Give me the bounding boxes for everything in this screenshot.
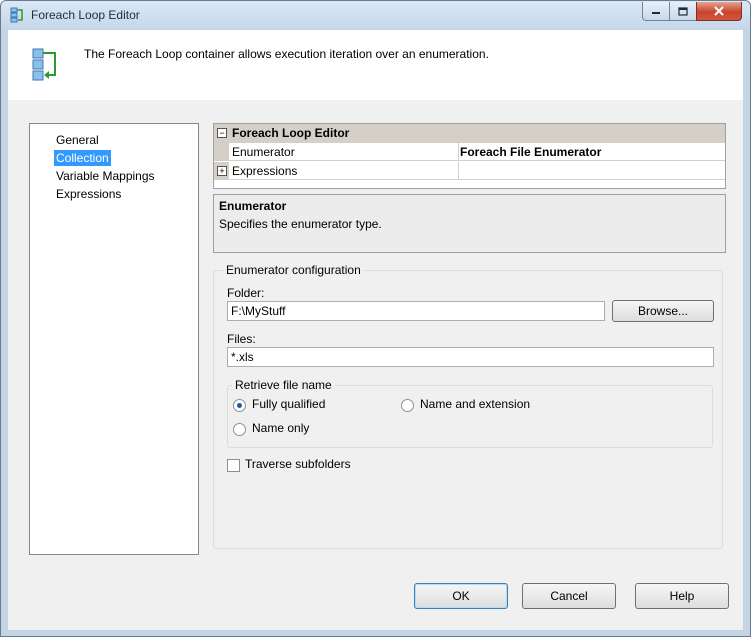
fully-qualified-radio[interactable] <box>233 399 246 412</box>
property-category-label: Foreach Loop Editor <box>232 126 350 140</box>
property-row-enumerator[interactable]: Enumerator Foreach File Enumerator <box>214 143 725 161</box>
property-grid[interactable]: − Foreach Loop Editor Enumerator Foreach… <box>213 123 726 189</box>
folder-label: Folder: <box>227 286 265 300</box>
dialog-header: The Foreach Loop container allows execut… <box>8 30 743 100</box>
enumerator-configuration-group: Enumerator configuration Folder: F:\MySt… <box>213 263 723 549</box>
expand-icon[interactable]: + <box>217 166 227 176</box>
page-navigation-list[interactable]: General Collection Variable Mappings Exp… <box>29 123 199 555</box>
ok-button[interactable]: OK <box>414 583 508 609</box>
traverse-subfolders-checkbox[interactable] <box>227 459 240 472</box>
minimize-icon <box>652 12 660 14</box>
files-input[interactable]: *.xls <box>227 347 714 367</box>
name-only-label[interactable]: Name only <box>252 421 309 435</box>
dialog-description: The Foreach Loop container allows execut… <box>84 47 489 61</box>
minimize-button[interactable] <box>642 2 670 21</box>
help-button[interactable]: Help <box>635 583 729 609</box>
name-and-extension-label[interactable]: Name and extension <box>420 397 530 411</box>
folder-input[interactable]: F:\MyStuff <box>227 301 605 321</box>
property-name: Expressions <box>232 164 298 178</box>
property-row-expressions[interactable]: + Expressions <box>214 162 725 180</box>
group-legend: Enumerator configuration <box>223 263 364 277</box>
traverse-subfolders-label[interactable]: Traverse subfolders <box>245 457 351 471</box>
cancel-button[interactable]: Cancel <box>522 583 616 609</box>
fully-qualified-label[interactable]: Fully qualified <box>252 397 325 411</box>
foreach-loop-icon <box>10 7 24 23</box>
files-label: Files: <box>227 332 256 346</box>
foreach-loop-icon <box>31 47 61 83</box>
property-value[interactable]: Foreach File Enumerator <box>460 145 601 159</box>
name-only-radio[interactable] <box>233 423 246 436</box>
title-bar[interactable]: Foreach Loop Editor <box>1 1 750 29</box>
nav-item-expressions[interactable]: Expressions <box>54 186 123 202</box>
window-title: Foreach Loop Editor <box>31 8 140 22</box>
name-and-extension-radio[interactable] <box>401 399 414 412</box>
retrieve-file-name-group: Retrieve file name Fully qualified Name … <box>227 378 713 448</box>
dialog-client-area: The Foreach Loop container allows execut… <box>8 30 743 630</box>
close-button[interactable] <box>696 2 742 21</box>
nav-item-variable-mappings[interactable]: Variable Mappings <box>54 168 157 184</box>
maximize-icon <box>678 6 688 16</box>
property-name: Enumerator <box>232 145 295 159</box>
group-legend: Retrieve file name <box>232 378 335 392</box>
collapse-icon[interactable]: − <box>217 128 227 138</box>
browse-button[interactable]: Browse... <box>612 300 714 322</box>
property-help-panel: Enumerator Specifies the enumerator type… <box>213 194 726 253</box>
help-title: Enumerator <box>219 199 287 213</box>
nav-item-collection[interactable]: Collection <box>54 150 111 166</box>
close-icon <box>714 6 724 16</box>
maximize-button[interactable] <box>669 2 697 21</box>
property-category-row[interactable]: − Foreach Loop Editor <box>214 124 725 143</box>
dialog-window: Foreach Loop Editor The Foreach Loop con… <box>0 0 751 637</box>
help-description: Specifies the enumerator type. <box>219 217 382 231</box>
nav-item-general[interactable]: General <box>54 132 101 148</box>
